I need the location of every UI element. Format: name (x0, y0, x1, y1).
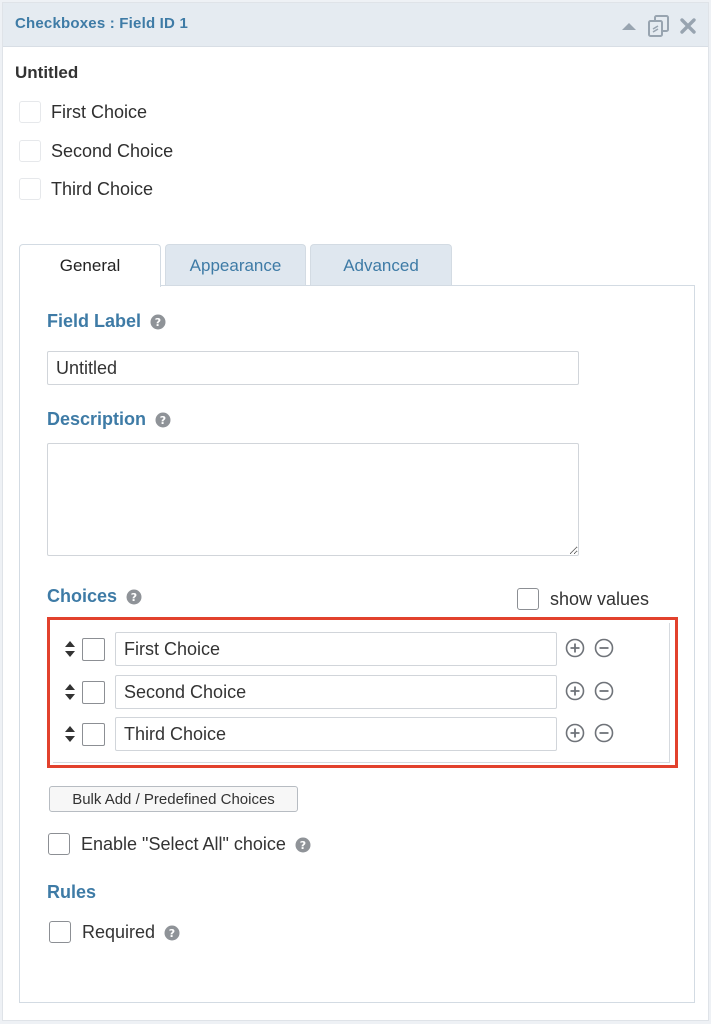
svg-text:?: ? (155, 316, 161, 329)
preview-choice-label: Third Choice (51, 179, 154, 199)
svg-text:?: ? (160, 414, 166, 427)
add-choice-icon[interactable] (565, 681, 585, 701)
help-icon[interactable]: ? (295, 837, 311, 853)
preview-choice-label: Second Choice (51, 141, 174, 161)
help-icon[interactable]: ? (164, 925, 180, 941)
add-choice-icon[interactable] (565, 723, 585, 743)
remove-choice-icon[interactable] (594, 723, 614, 743)
show-values-checkbox[interactable] (517, 588, 539, 610)
select-all-label: Enable "Select All" choice ? (81, 834, 311, 855)
help-icon[interactable]: ? (126, 589, 142, 605)
choice-text-input[interactable] (115, 632, 557, 666)
required-checkbox[interactable] (49, 921, 71, 943)
description-heading-text: Description (47, 409, 147, 429)
choice-default-checkbox[interactable] (82, 681, 105, 704)
description-textarea[interactable] (47, 443, 579, 556)
tab-general[interactable]: General (19, 244, 161, 287)
field-label-heading-text: Field Label (47, 311, 142, 331)
help-icon[interactable]: ? (150, 314, 166, 330)
field-settings-panel: Checkboxes : Field ID 1 Untitled First C… (2, 2, 709, 1021)
rules-heading: Rules (47, 882, 97, 902)
choice-default-checkbox[interactable] (82, 638, 105, 661)
required-label: Required ? (82, 922, 180, 943)
choice-row (63, 717, 623, 751)
svg-text:?: ? (131, 591, 137, 604)
select-all-label-text: Enable "Select All" choice (81, 834, 286, 854)
select-all-checkbox[interactable] (48, 833, 70, 855)
help-icon[interactable]: ? (155, 412, 171, 428)
delete-icon[interactable] (677, 15, 699, 37)
field-header-title: Checkboxes : Field ID 1 (15, 15, 188, 32)
description-heading: Description ? (47, 409, 171, 430)
preview-checkbox[interactable] (19, 178, 41, 200)
sort-handle-icon[interactable] (63, 683, 77, 701)
choice-default-checkbox[interactable] (82, 723, 105, 746)
sort-handle-icon[interactable] (63, 640, 77, 658)
svg-text:?: ? (169, 927, 175, 940)
show-values-label: show values (550, 589, 650, 609)
preview-checkbox[interactable] (19, 101, 41, 123)
tab-advanced[interactable]: Advanced (310, 244, 452, 286)
choice-row (63, 632, 623, 666)
choices-heading: Choices ? (47, 586, 142, 607)
remove-choice-icon[interactable] (594, 681, 614, 701)
preview-checkbox[interactable] (19, 140, 41, 162)
svg-text:?: ? (300, 839, 306, 852)
field-header[interactable]: Checkboxes : Field ID 1 (3, 3, 708, 47)
field-label-heading: Field Label ? (47, 311, 166, 332)
duplicate-icon[interactable] (646, 13, 672, 39)
choice-text-input[interactable] (115, 717, 557, 751)
choices-heading-text: Choices (47, 586, 118, 606)
required-label-text: Required (82, 922, 156, 942)
add-choice-icon[interactable] (565, 638, 585, 658)
choice-row (63, 675, 623, 709)
tab-appearance[interactable]: Appearance (165, 244, 306, 286)
preview-choice-label: First Choice (51, 102, 148, 122)
bulk-add-button[interactable]: Bulk Add / Predefined Choices (49, 786, 298, 812)
field-label-input[interactable] (47, 351, 579, 385)
collapse-arrow-icon[interactable] (618, 15, 640, 37)
sort-handle-icon[interactable] (63, 725, 77, 743)
preview-field-title: Untitled (15, 63, 79, 82)
choice-text-input[interactable] (115, 675, 557, 709)
remove-choice-icon[interactable] (594, 638, 614, 658)
